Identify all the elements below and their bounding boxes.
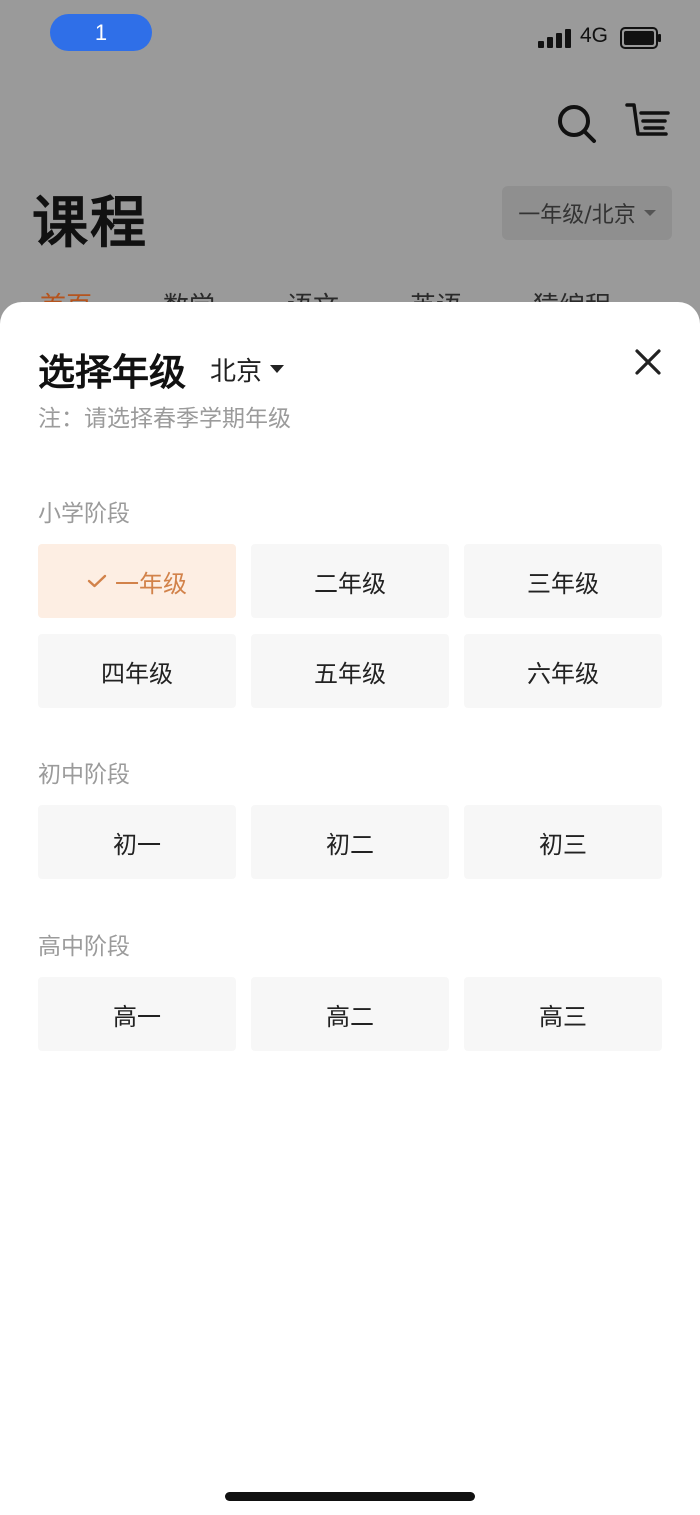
sheet-title: 选择年级 <box>38 351 186 394</box>
status-bar: 1 4G <box>0 0 700 80</box>
grade-option-label: 三年级 <box>527 569 599 598</box>
grade-option-6[interactable]: 六年级 <box>464 634 662 708</box>
grade-option-label: 高二 <box>326 1002 374 1031</box>
grade-option-3[interactable]: 三年级 <box>464 544 662 618</box>
grade-select-sheet: 选择年级 北京 注：请选择春季学期年级 小学阶段 一年级 二年级 三年级 四年级… <box>0 302 700 1515</box>
chevron-down-icon <box>643 210 656 216</box>
city-dropdown[interactable]: 北京 <box>210 352 285 387</box>
grade-option-label: 四年级 <box>101 659 173 688</box>
grade-option-junior-2[interactable]: 初二 <box>251 805 449 879</box>
grade-option-label: 初一 <box>113 830 161 859</box>
close-icon[interactable] <box>628 342 668 382</box>
status-time: 1 <box>50 14 152 51</box>
city-label: 北京 <box>210 356 263 387</box>
grade-option-5[interactable]: 五年级 <box>251 634 449 708</box>
grade-option-2[interactable]: 二年级 <box>251 544 449 618</box>
grade-option-1[interactable]: 一年级 <box>38 544 236 618</box>
grade-city-selector[interactable]: 一年级/北京 <box>502 186 672 240</box>
grade-option-label: 高一 <box>113 1002 161 1031</box>
network-label: 4G <box>580 24 609 47</box>
grade-option-senior-3[interactable]: 高三 <box>464 977 662 1051</box>
section-label-middle: 初中阶段 <box>38 762 130 788</box>
grade-option-junior-3[interactable]: 初三 <box>464 805 662 879</box>
grade-option-label: 初二 <box>326 830 374 859</box>
page-title: 课程 <box>32 191 148 256</box>
grade-option-label: 五年级 <box>314 659 386 688</box>
search-icon[interactable] <box>553 100 601 148</box>
grade-option-label: 二年级 <box>314 569 386 598</box>
grade-option-label: 一年级 <box>115 569 187 598</box>
battery-icon <box>620 27 661 49</box>
check-icon <box>87 574 107 588</box>
section-label-primary: 小学阶段 <box>38 501 130 527</box>
semester-note: 注：请选择春季学期年级 <box>38 406 291 432</box>
section-label-high: 高中阶段 <box>38 934 130 960</box>
grade-option-label: 六年级 <box>527 659 599 688</box>
grade-option-4[interactable]: 四年级 <box>38 634 236 708</box>
grade-option-label: 高三 <box>539 1002 587 1031</box>
caret-down-icon <box>270 365 285 373</box>
grade-option-senior-1[interactable]: 高一 <box>38 977 236 1051</box>
home-indicator[interactable] <box>225 1492 475 1501</box>
grade-option-senior-2[interactable]: 高二 <box>251 977 449 1051</box>
grade-option-junior-1[interactable]: 初一 <box>38 805 236 879</box>
grade-city-label: 一年级/北京 <box>518 203 636 228</box>
signal-icon <box>538 28 574 48</box>
grade-option-label: 初三 <box>539 830 587 859</box>
cart-icon[interactable] <box>624 100 672 148</box>
